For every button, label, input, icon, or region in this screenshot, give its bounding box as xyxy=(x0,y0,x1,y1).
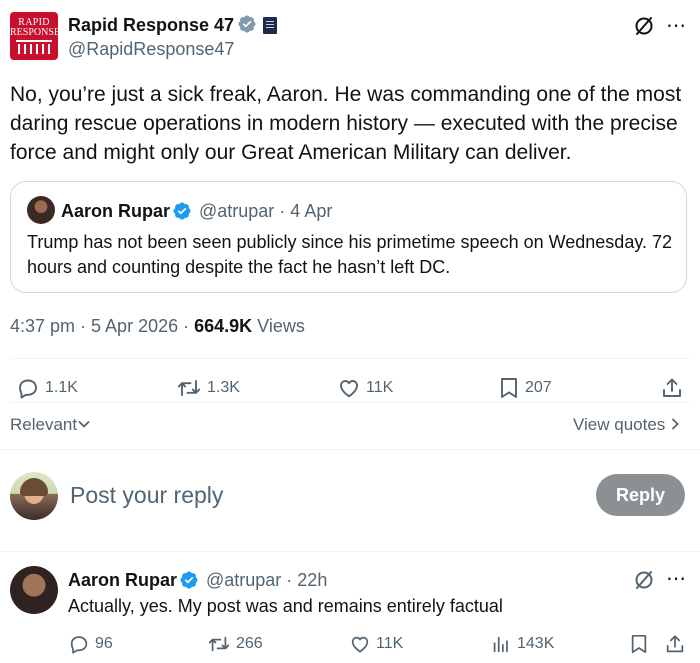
chevron-down-icon xyxy=(78,420,90,428)
reply-count: 96 xyxy=(95,635,113,652)
like-icon xyxy=(340,380,358,398)
view-quotes-label: View quotes xyxy=(573,415,666,434)
reply-input[interactable]: Post your reply xyxy=(70,480,570,510)
avatar-logo-line2: RESPONSE xyxy=(10,27,58,38)
quoted-author-name[interactable]: Aaron Rupar xyxy=(61,200,170,222)
repost-action[interactable]: 266 xyxy=(207,630,263,658)
chevron-right-icon xyxy=(671,418,679,430)
divider xyxy=(10,358,690,359)
views-label: Views xyxy=(252,316,305,336)
repost-count: 266 xyxy=(236,635,263,652)
quoted-author-avatar[interactable] xyxy=(27,196,55,224)
share-icon xyxy=(663,378,681,397)
view-quotes-link[interactable]: View quotes xyxy=(573,414,680,436)
current-user-avatar[interactable] xyxy=(10,472,58,520)
reply-text: Actually, yes. My post was and remains e… xyxy=(68,596,503,616)
author-handle[interactable]: @RapidResponse47 xyxy=(68,38,234,60)
more-icon[interactable]: ⋯ xyxy=(664,15,688,37)
like-count: 11K xyxy=(376,635,404,652)
repost-icon xyxy=(208,636,230,652)
like-count: 11K xyxy=(366,379,394,396)
verified-icon[interactable] xyxy=(172,201,192,221)
divider xyxy=(0,449,700,450)
reply-action[interactable]: 96 xyxy=(68,630,113,658)
sort-label: Relevant xyxy=(10,415,78,434)
like-icon xyxy=(351,636,369,653)
verified-icon[interactable] xyxy=(237,14,257,34)
reply-author-avatar[interactable] xyxy=(10,566,58,614)
reply-icon xyxy=(19,379,37,399)
bookmark-action[interactable]: 207 xyxy=(498,374,552,402)
repost-action[interactable]: 1.3K xyxy=(176,374,240,402)
views-count: 664.9K xyxy=(194,316,253,336)
reply-icon xyxy=(70,636,88,654)
reply-button[interactable]: Reply xyxy=(596,474,685,516)
more-icon[interactable]: ⋯ xyxy=(664,568,688,590)
grok-icon[interactable] xyxy=(632,14,656,38)
bookmark-icon xyxy=(631,634,647,654)
divider xyxy=(0,551,700,552)
share-action[interactable] xyxy=(660,374,684,402)
verified-icon[interactable] xyxy=(179,570,199,590)
views-count: 143K xyxy=(517,635,555,652)
grok-icon[interactable] xyxy=(632,568,656,592)
like-action[interactable]: 11K xyxy=(337,374,393,402)
divider xyxy=(10,402,690,403)
reply-count: 1.1K xyxy=(45,379,78,396)
quoted-post[interactable]: Aaron Rupar @atrupar · 4 Apr Trump has n… xyxy=(10,181,687,293)
time-date[interactable]: 4:37 pm · 5 Apr 2026 · xyxy=(10,316,194,336)
post-body: No, you’re just a sick freak, Aaron. He … xyxy=(10,83,682,164)
quoted-meta: @atrupar · 4 Apr xyxy=(199,201,333,221)
reply-author-name[interactable]: Aaron Rupar xyxy=(68,569,177,591)
views-action[interactable]: 143K xyxy=(490,630,554,658)
repost-icon xyxy=(177,380,201,396)
share-action[interactable] xyxy=(664,630,686,658)
post-timestamp: 4:37 pm · 5 Apr 2026 · 664.9K Views xyxy=(10,315,305,337)
bookmark-action[interactable] xyxy=(629,630,649,658)
quoted-text: Trump has not been seen publicly since h… xyxy=(27,232,673,277)
reply-meta[interactable]: @atrupar · 22h xyxy=(206,569,327,591)
bookmark-count: 207 xyxy=(525,379,552,396)
reply-action[interactable]: 1.1K xyxy=(16,374,78,402)
share-icon xyxy=(666,635,684,653)
like-action[interactable]: 11K xyxy=(349,630,403,658)
repost-count: 1.3K xyxy=(207,379,240,396)
views-icon xyxy=(493,636,508,653)
building-graphic xyxy=(16,40,52,56)
rapid-response-avatar[interactable]: RAPID RESPONSE xyxy=(10,12,58,60)
bookmark-icon xyxy=(501,378,517,398)
sort-dropdown[interactable]: Relevant xyxy=(10,414,91,436)
government-flag-icon xyxy=(263,17,277,34)
author-name[interactable]: Rapid Response 47 xyxy=(68,14,234,36)
